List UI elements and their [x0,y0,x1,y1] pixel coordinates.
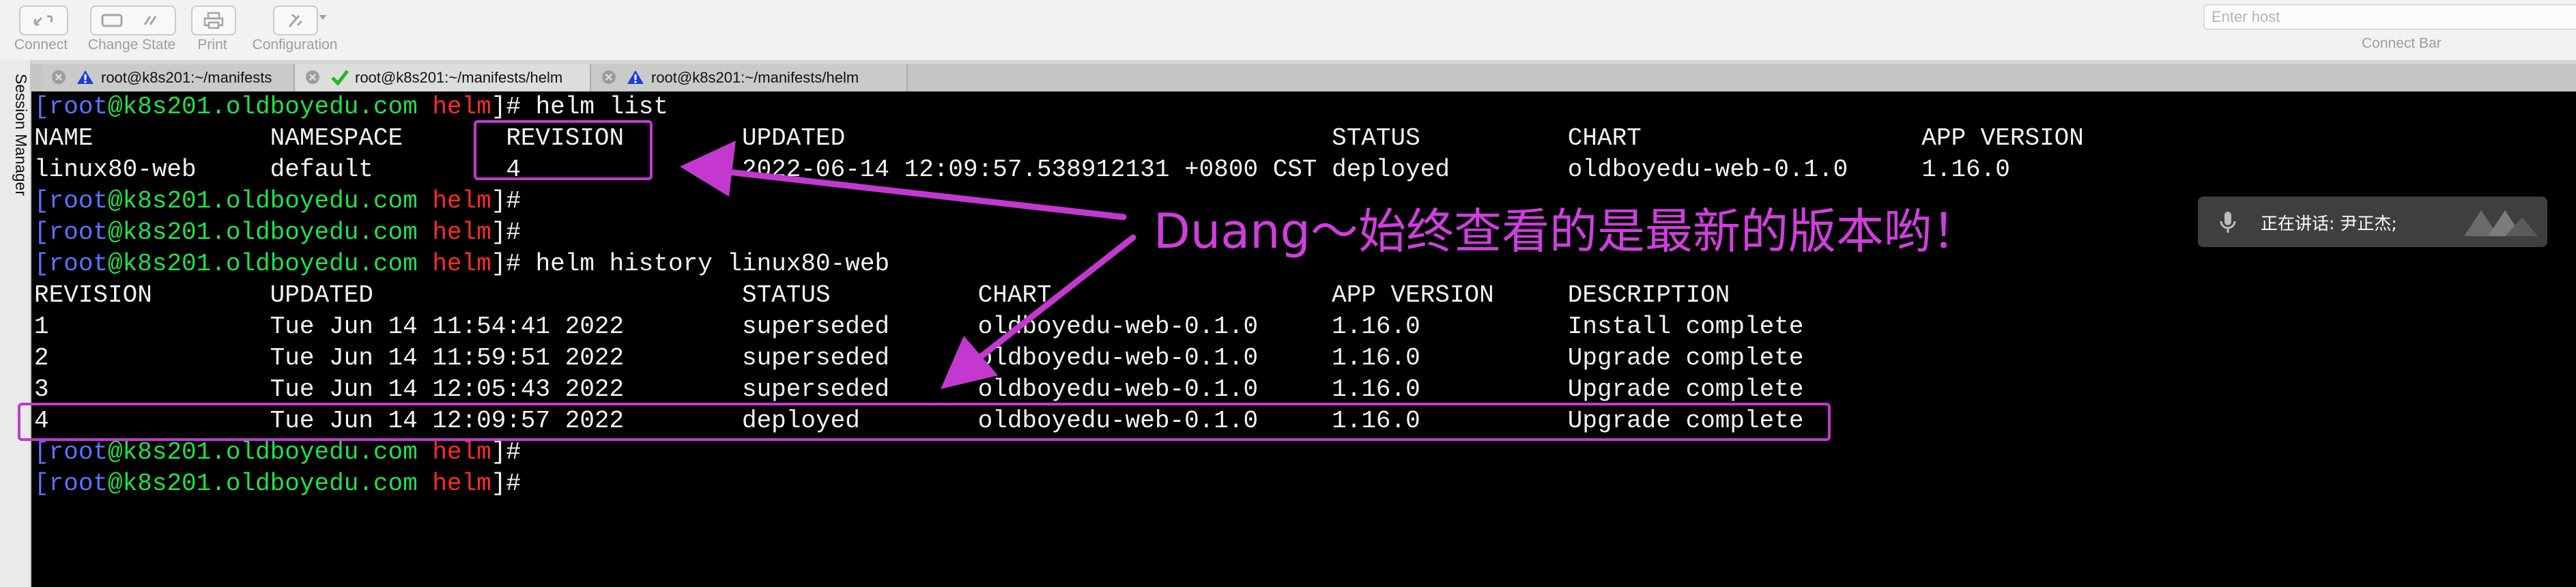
tab-title: root@k8s201:~/manifests [101,69,272,86]
latest-revision-highlight-box [18,403,1831,441]
chevron-down-icon [319,15,326,20]
change-state-label: Change State [87,37,176,53]
history-row: 3 Tue Jun 14 12:05:43 2022 superseded ol… [34,375,1804,403]
tab-3[interactable]: root@k8s201:~/manifests/helm [591,64,908,91]
command: helm list [520,93,669,121]
tab-title: root@k8s201:~/manifests/helm [355,69,563,86]
checkmark-icon [331,70,349,85]
print-label: Print [197,37,227,53]
link-icon [19,5,68,35]
tab-bar: root@k8s201:~/manifests root@k8s201:~/ma… [30,64,2576,91]
microphone-icon [2220,212,2236,233]
close-tab-icon[interactable] [306,70,319,84]
speaking-indicator: 正在讲话: 尹正杰; [2198,197,2547,247]
list-header: NAME NAMESPACE REVISION UPDATED STATUS C… [34,124,2084,152]
connect-bar-label: Connect Bar [2362,35,2442,51]
configuration-button[interactable]: Configuration [242,3,348,57]
meeting-logo-icon [2464,210,2538,236]
printer-icon [191,5,236,35]
change-state-button[interactable]: Change State [81,3,183,57]
history-row: 2 Tue Jun 14 11:59:51 2022 superseded ol… [34,344,1804,372]
annotation-text: Duang～始终查看的是最新的版本哟！ [1154,203,1979,259]
close-tab-icon[interactable] [52,70,66,84]
close-tab-icon[interactable] [602,70,616,84]
warning-icon [77,70,94,84]
configuration-label: Configuration [252,37,338,53]
terminal[interactable]: [root@k8s201.oldboyedu.com helm]# helm l… [31,91,2576,587]
history-row: 1 Tue Jun 14 11:54:41 2022 superseded ol… [34,313,1804,341]
toolbar: Connect Change State Print Configuration… [0,0,2576,61]
prompt-line: [root@k8s201.oldboyedu.com helm]# [34,218,521,246]
host-input[interactable] [2203,4,2576,30]
command: helm history linux80-web [520,250,890,278]
speaking-text: 正在讲话: 尹正杰; [2261,214,2397,233]
tab-title: root@k8s201:~/manifests/helm [651,69,859,86]
print-button[interactable]: Print [191,3,236,57]
connect-button[interactable]: Connect [1,3,81,57]
prompt-line: [root@k8s201.oldboyedu.com helm]# [34,187,521,215]
history-header: REVISION UPDATED STATUS CHART APP VERSIO… [34,281,1730,309]
prompt-line: [root@k8s201.oldboyedu.com helm]# helm h… [34,250,890,278]
tab-1[interactable]: root@k8s201:~/manifests [41,64,295,91]
list-row: linux80-web default 4 2022-06-14 12:09:5… [34,156,2010,184]
revision-highlight-box [474,120,653,180]
tools-icon [273,5,318,35]
change-state-icon [90,5,176,35]
prompt-line: [root@k8s201.oldboyedu.com helm]# helm l… [34,93,669,121]
connect-label: Connect [14,37,68,53]
session-manager-label[interactable]: Session Manager [12,74,30,196]
tab-2[interactable]: root@k8s201:~/manifests/helm [295,64,591,91]
prompt-line: [root@k8s201.oldboyedu.com helm]# [34,438,521,466]
prompt-line: [root@k8s201.oldboyedu.com helm]# [34,470,521,498]
warning-icon [627,70,644,84]
